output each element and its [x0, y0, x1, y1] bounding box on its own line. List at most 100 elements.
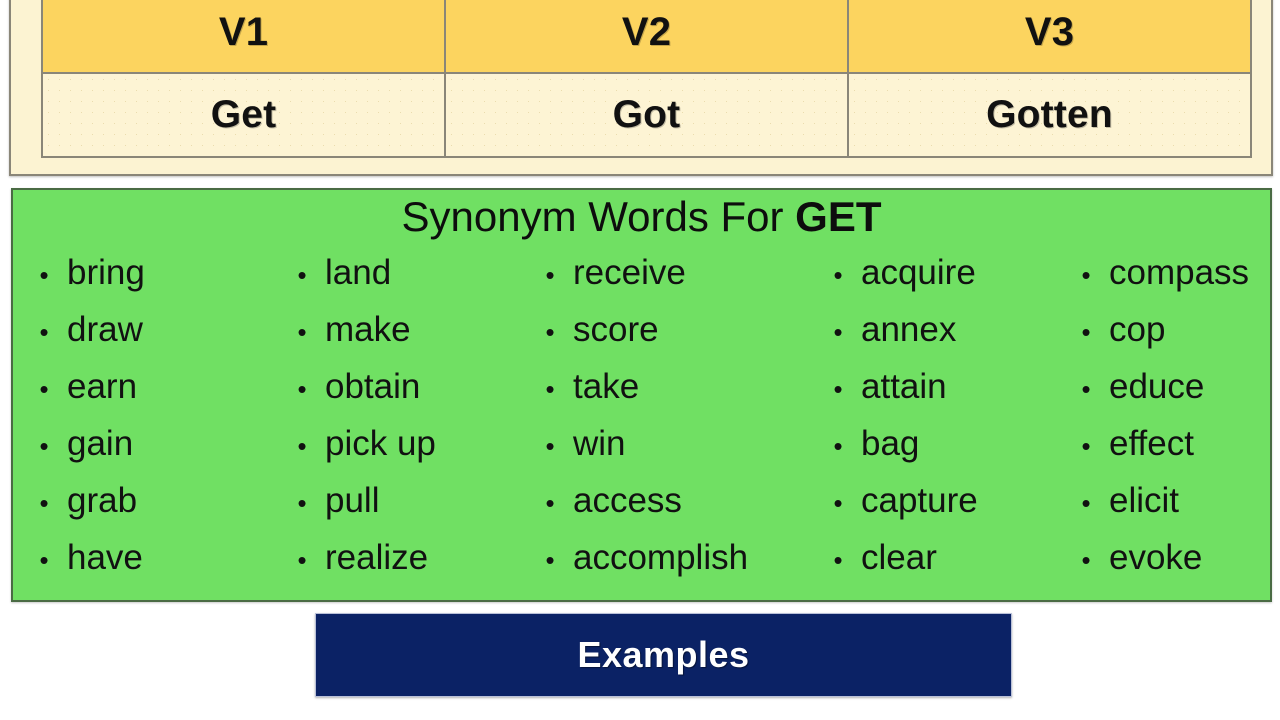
bullet-icon: • [1081, 545, 1091, 575]
synonym-column-1: • bring • draw • earn • gain • grab • have [21, 244, 279, 586]
table-header-row: V1 V2 V3 [41, 0, 1252, 74]
bullet-icon: • [39, 431, 49, 461]
list-item: • have [21, 529, 279, 586]
list-item: • land [279, 244, 527, 301]
synonym-columns: • bring • draw • earn • gain • grab • have • la… [13, 244, 1270, 586]
list-item: • capture [815, 472, 1063, 529]
list-item: • bring [21, 244, 279, 301]
bullet-icon: • [545, 317, 555, 347]
synonym-word: obtain [325, 367, 421, 406]
verb-forms-table: V1 V2 V3 Get Got Gotten [41, 0, 1252, 158]
list-item: • receive [527, 244, 815, 301]
bullet-icon: • [39, 260, 49, 290]
synonym-word: access [573, 481, 682, 520]
list-item: • accomplish [527, 529, 815, 586]
synonym-word: earn [67, 367, 138, 406]
bullet-icon: • [545, 545, 555, 575]
bullet-icon: • [545, 488, 555, 518]
synonym-panel-title: Synonym Words For GET [13, 190, 1270, 238]
synonym-column-4: • acquire • annex • attain • bag • capture • c… [815, 244, 1063, 586]
verb-form-v2: Got [444, 72, 849, 158]
bullet-icon: • [545, 260, 555, 290]
column-header-v3: V3 [847, 0, 1252, 74]
bullet-icon: • [1081, 431, 1091, 461]
examples-label: Examples [577, 634, 750, 675]
synonym-word: accomplish [573, 538, 749, 577]
verb-form-v1: Get [41, 72, 446, 158]
bullet-icon: • [297, 260, 307, 290]
verb-form-v3: Gotten [847, 72, 1252, 158]
list-item: • clear [815, 529, 1063, 586]
synonym-word: make [325, 310, 411, 349]
list-item: • evoke [1063, 529, 1273, 586]
list-item: • score [527, 301, 815, 358]
list-item: • pick up [279, 415, 527, 472]
list-item: • win [527, 415, 815, 472]
synonym-word: bring [67, 253, 145, 292]
list-item: • realize [279, 529, 527, 586]
bullet-icon: • [833, 431, 843, 461]
examples-section-header: Examples [315, 613, 1012, 697]
synonym-word: attain [861, 367, 947, 406]
list-item: • acquire [815, 244, 1063, 301]
synonym-word: land [325, 253, 392, 292]
list-item: • make [279, 301, 527, 358]
bullet-icon: • [1081, 374, 1091, 404]
synonym-word: capture [861, 481, 978, 520]
synonym-word: evoke [1109, 538, 1203, 577]
table-row: Get Got Gotten [41, 72, 1252, 158]
column-header-v1: V1 [41, 0, 446, 74]
synonym-title-prefix: Synonym Words For [401, 193, 796, 240]
synonym-word: have [67, 538, 143, 577]
bullet-icon: • [39, 374, 49, 404]
column-header-v2: V2 [444, 0, 849, 74]
synonym-word: compass [1109, 253, 1250, 292]
bullet-icon: • [1081, 317, 1091, 347]
synonym-word: cop [1109, 310, 1166, 349]
bullet-icon: • [297, 374, 307, 404]
synonym-word: receive [573, 253, 686, 292]
synonym-word: effect [1109, 424, 1194, 463]
bullet-icon: • [833, 545, 843, 575]
synonym-column-2: • land • make • obtain • pick up • pull • real… [279, 244, 527, 586]
list-item: • pull [279, 472, 527, 529]
synonym-word: acquire [861, 253, 976, 292]
bullet-icon: • [39, 317, 49, 347]
synonym-word: realize [325, 538, 429, 577]
synonym-word: bag [861, 424, 920, 463]
synonym-words-panel: Synonym Words For GET • bring • draw • earn… [11, 188, 1272, 602]
list-item: • bag [815, 415, 1063, 472]
synonym-column-3: • receive • score • take • win • access • acco… [527, 244, 815, 586]
bullet-icon: • [545, 374, 555, 404]
list-item: • earn [21, 358, 279, 415]
synonym-word: take [573, 367, 640, 406]
synonym-word: score [573, 310, 659, 349]
list-item: • attain [815, 358, 1063, 415]
bullet-icon: • [833, 374, 843, 404]
bullet-icon: • [833, 260, 843, 290]
list-item: • gain [21, 415, 279, 472]
bullet-icon: • [833, 317, 843, 347]
verb-forms-table-container: V1 V2 V3 Get Got Gotten [9, 0, 1273, 176]
list-item: • grab [21, 472, 279, 529]
list-item: • elicit [1063, 472, 1273, 529]
bullet-icon: • [1081, 260, 1091, 290]
synonym-title-keyword: GET [795, 193, 882, 240]
synonym-word: gain [67, 424, 134, 463]
synonym-word: educe [1109, 367, 1205, 406]
synonym-word: grab [67, 481, 138, 520]
list-item: • take [527, 358, 815, 415]
synonym-word: annex [861, 310, 957, 349]
list-item: • cop [1063, 301, 1273, 358]
list-item: • access [527, 472, 815, 529]
bullet-icon: • [39, 545, 49, 575]
list-item: • educe [1063, 358, 1273, 415]
synonym-word: pick up [325, 424, 436, 463]
bullet-icon: • [39, 488, 49, 518]
synonym-word: win [573, 424, 626, 463]
bullet-icon: • [545, 431, 555, 461]
bullet-icon: • [297, 488, 307, 518]
synonym-word: draw [67, 310, 143, 349]
list-item: • obtain [279, 358, 527, 415]
list-item: • effect [1063, 415, 1273, 472]
